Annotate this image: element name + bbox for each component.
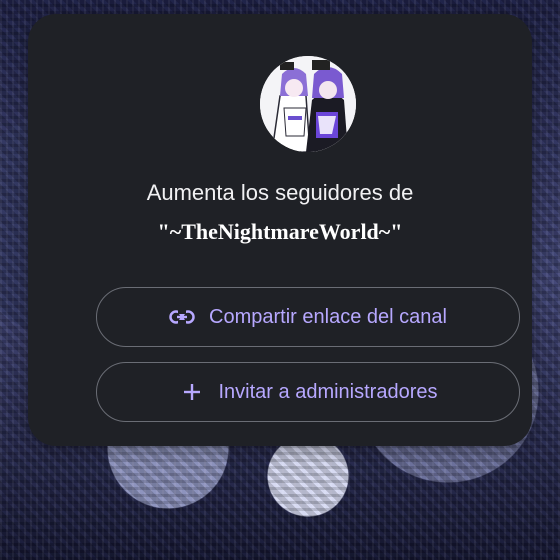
invite-admins-button[interactable]: Invitar a administradores xyxy=(96,362,520,422)
channel-avatar xyxy=(260,56,356,152)
plus-icon xyxy=(179,379,205,405)
link-icon xyxy=(169,304,195,330)
channel-name: "~TheNightmareWorld~" xyxy=(157,219,403,244)
share-button-label: Compartir enlace del canal xyxy=(209,305,447,328)
share-channel-link-button[interactable]: Compartir enlace del canal xyxy=(96,287,520,347)
invite-button-label: Invitar a administradores xyxy=(218,380,438,403)
grow-followers-dialog: Aumenta los seguidores de "~TheNightmare… xyxy=(28,14,532,446)
dialog-title: Aumenta los seguidores de xyxy=(146,180,414,205)
